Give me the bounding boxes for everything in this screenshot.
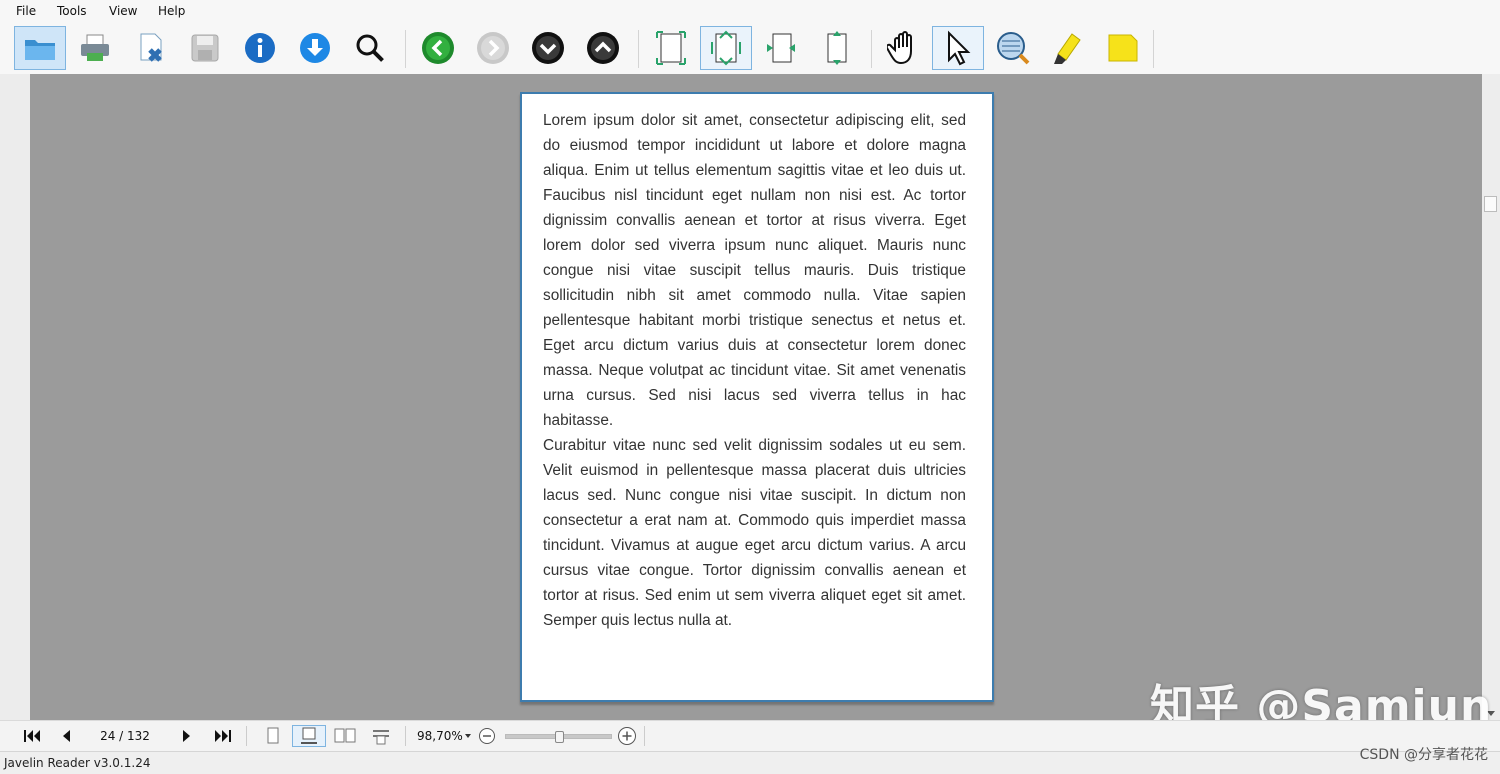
previous-page-button[interactable] bbox=[56, 725, 76, 747]
arrow-up-icon bbox=[587, 32, 619, 64]
toolbar-separator bbox=[871, 30, 872, 68]
printer-icon bbox=[81, 34, 109, 61]
menu-help[interactable]: Help bbox=[158, 4, 185, 18]
rotate-left-button[interactable] bbox=[755, 26, 807, 70]
arrow-down-icon bbox=[532, 32, 564, 64]
zoom-slider-knob[interactable] bbox=[555, 731, 564, 743]
navigation-bar: 24 / 132 98,70% bbox=[0, 720, 1500, 751]
zoom-out-button[interactable] bbox=[477, 725, 497, 747]
highlight-button[interactable] bbox=[1042, 26, 1094, 70]
zoom-dropdown-arrow[interactable] bbox=[463, 725, 473, 747]
toolbar-separator bbox=[644, 726, 645, 746]
vertical-scrollbar[interactable] bbox=[1482, 74, 1500, 720]
single-page-icon bbox=[267, 727, 279, 744]
menu-bar: File Tools View Help bbox=[0, 0, 1500, 24]
first-page-icon bbox=[24, 730, 40, 742]
save-disk-icon bbox=[191, 34, 219, 62]
next-button[interactable] bbox=[467, 26, 519, 70]
toolbar-separator bbox=[405, 726, 406, 746]
select-tool-button[interactable] bbox=[932, 26, 984, 70]
hand-tool-button[interactable] bbox=[878, 26, 930, 70]
next-page-button[interactable] bbox=[177, 725, 197, 747]
continuous-page-icon bbox=[301, 727, 317, 744]
zoom-in-button[interactable] bbox=[616, 725, 638, 747]
sticky-note-icon bbox=[1108, 34, 1138, 62]
close-document-icon bbox=[140, 33, 162, 62]
cover-page-icon bbox=[373, 730, 389, 745]
toolbar-separator bbox=[246, 726, 247, 746]
open-folder-icon bbox=[25, 40, 55, 60]
scroll-down-button[interactable] bbox=[522, 26, 574, 70]
search-button[interactable] bbox=[344, 26, 396, 70]
paragraph: Lorem ipsum dolor sit amet, consectetur … bbox=[543, 112, 966, 429]
arrow-left-icon bbox=[422, 32, 454, 64]
menu-view[interactable]: View bbox=[109, 4, 137, 18]
facing-view-button[interactable] bbox=[333, 725, 357, 747]
previous-button[interactable] bbox=[412, 26, 464, 70]
last-page-button[interactable] bbox=[211, 725, 235, 747]
status-bar: Javelin Reader v3.0.1.24 bbox=[0, 751, 1500, 774]
scroll-up-button[interactable] bbox=[577, 26, 629, 70]
first-page-button[interactable] bbox=[20, 725, 44, 747]
info-icon bbox=[245, 33, 275, 63]
toolbar-separator bbox=[405, 30, 406, 68]
download-icon bbox=[300, 33, 330, 63]
rotate-right-icon bbox=[827, 31, 847, 65]
zoom-in-icon bbox=[618, 727, 636, 745]
fit-width-button[interactable] bbox=[700, 26, 752, 70]
menu-tools[interactable]: Tools bbox=[57, 4, 87, 18]
paragraph: Curabitur vitae nunc sed velit dignissim… bbox=[543, 437, 966, 629]
previous-page-icon bbox=[63, 730, 70, 742]
close-document-button[interactable] bbox=[125, 26, 177, 70]
toolbar-separator bbox=[1153, 30, 1154, 68]
main-toolbar bbox=[0, 24, 1500, 74]
zoom-level-dropdown[interactable]: 98,70% bbox=[417, 726, 463, 746]
left-gutter bbox=[0, 74, 30, 720]
magnifier-icon bbox=[997, 32, 1030, 65]
app-version-label: Javelin Reader v3.0.1.24 bbox=[4, 756, 151, 770]
highlighter-icon bbox=[1054, 33, 1081, 64]
page-number-field[interactable]: 24 / 132 bbox=[85, 726, 165, 746]
search-icon bbox=[356, 34, 384, 62]
document-page: Lorem ipsum dolor sit amet, consectetur … bbox=[520, 92, 994, 702]
hand-icon bbox=[887, 31, 912, 65]
arrow-right-icon bbox=[477, 32, 509, 64]
fit-page-icon bbox=[656, 31, 686, 65]
cover-view-button[interactable] bbox=[369, 725, 393, 747]
fit-page-button[interactable] bbox=[645, 26, 697, 70]
print-button[interactable] bbox=[69, 26, 121, 70]
note-button[interactable] bbox=[1097, 26, 1149, 70]
toolbar-separator bbox=[638, 30, 639, 68]
page-text: Lorem ipsum dolor sit amet, consectetur … bbox=[543, 108, 966, 633]
zoom-out-icon bbox=[479, 728, 495, 744]
rotate-left-icon bbox=[767, 33, 795, 63]
download-button[interactable] bbox=[289, 26, 341, 70]
scrollbar-thumb[interactable] bbox=[1484, 196, 1497, 212]
rotate-right-button[interactable] bbox=[810, 26, 862, 70]
info-button[interactable] bbox=[234, 26, 286, 70]
continuous-view-button[interactable] bbox=[292, 725, 326, 747]
chevron-down-icon bbox=[465, 734, 471, 738]
source-label: CSDN @分享者花花 bbox=[1359, 747, 1488, 763]
menu-file[interactable]: File bbox=[16, 4, 36, 18]
cursor-arrow-icon bbox=[948, 30, 971, 66]
save-button[interactable] bbox=[179, 26, 231, 70]
magnifier-tool-button[interactable] bbox=[987, 26, 1039, 70]
two-page-icon bbox=[334, 728, 356, 743]
last-page-icon bbox=[215, 730, 231, 742]
next-page-icon bbox=[183, 730, 190, 742]
open-button[interactable] bbox=[14, 26, 66, 70]
single-page-view-button[interactable] bbox=[262, 725, 284, 747]
fit-width-icon bbox=[711, 30, 741, 66]
zoom-slider[interactable] bbox=[505, 731, 612, 743]
